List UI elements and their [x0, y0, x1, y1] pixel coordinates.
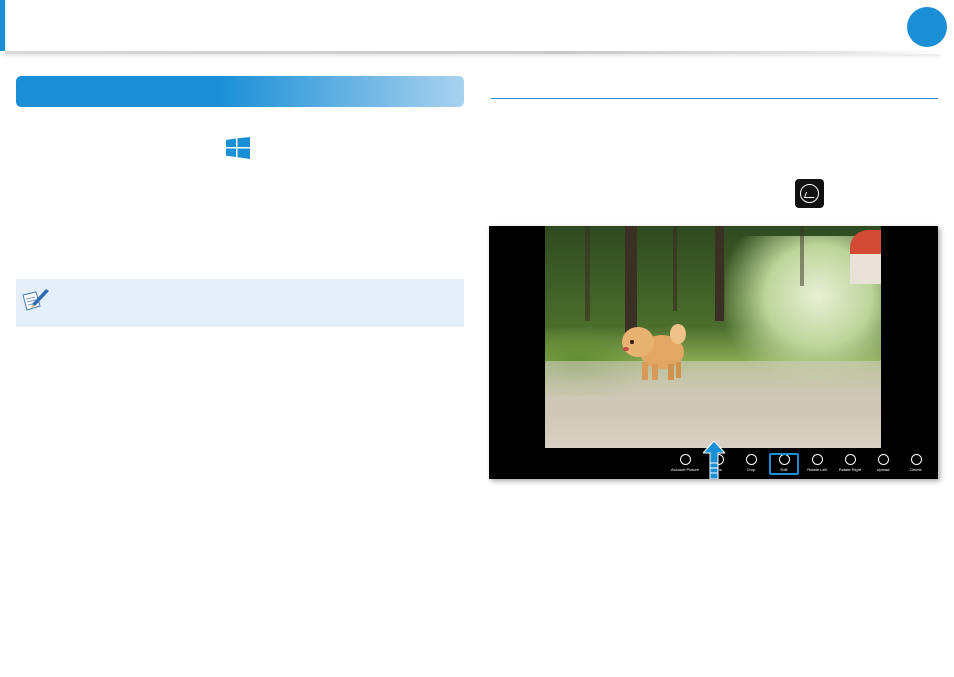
windows-logo-icon — [226, 137, 250, 159]
dog-photo — [545, 226, 881, 448]
rotate-right-icon — [844, 454, 856, 465]
header-rule — [5, 51, 940, 54]
upload-icon — [877, 454, 889, 465]
page-number-badge — [907, 7, 947, 47]
crop-icon — [745, 454, 757, 465]
note-box — [16, 279, 464, 327]
dog-image — [622, 324, 686, 380]
delete-button[interactable]: Delete — [896, 454, 936, 473]
photos-app-screenshot: Account Picture ...ns Crop Edit Rotate L… — [489, 226, 938, 479]
section-title-banner — [16, 76, 464, 107]
delete-label: Delete — [910, 467, 922, 472]
edit-photo-icon — [795, 179, 824, 208]
up-arrow-icon — [703, 441, 725, 479]
delete-icon — [910, 454, 922, 465]
account-picture-icon — [679, 454, 691, 465]
header-accent-bar — [0, 0, 5, 51]
rotate-left-icon — [811, 454, 823, 465]
section-divider — [491, 98, 938, 99]
note-pencil-icon — [22, 289, 49, 311]
edit-highlight-frame — [769, 453, 799, 475]
